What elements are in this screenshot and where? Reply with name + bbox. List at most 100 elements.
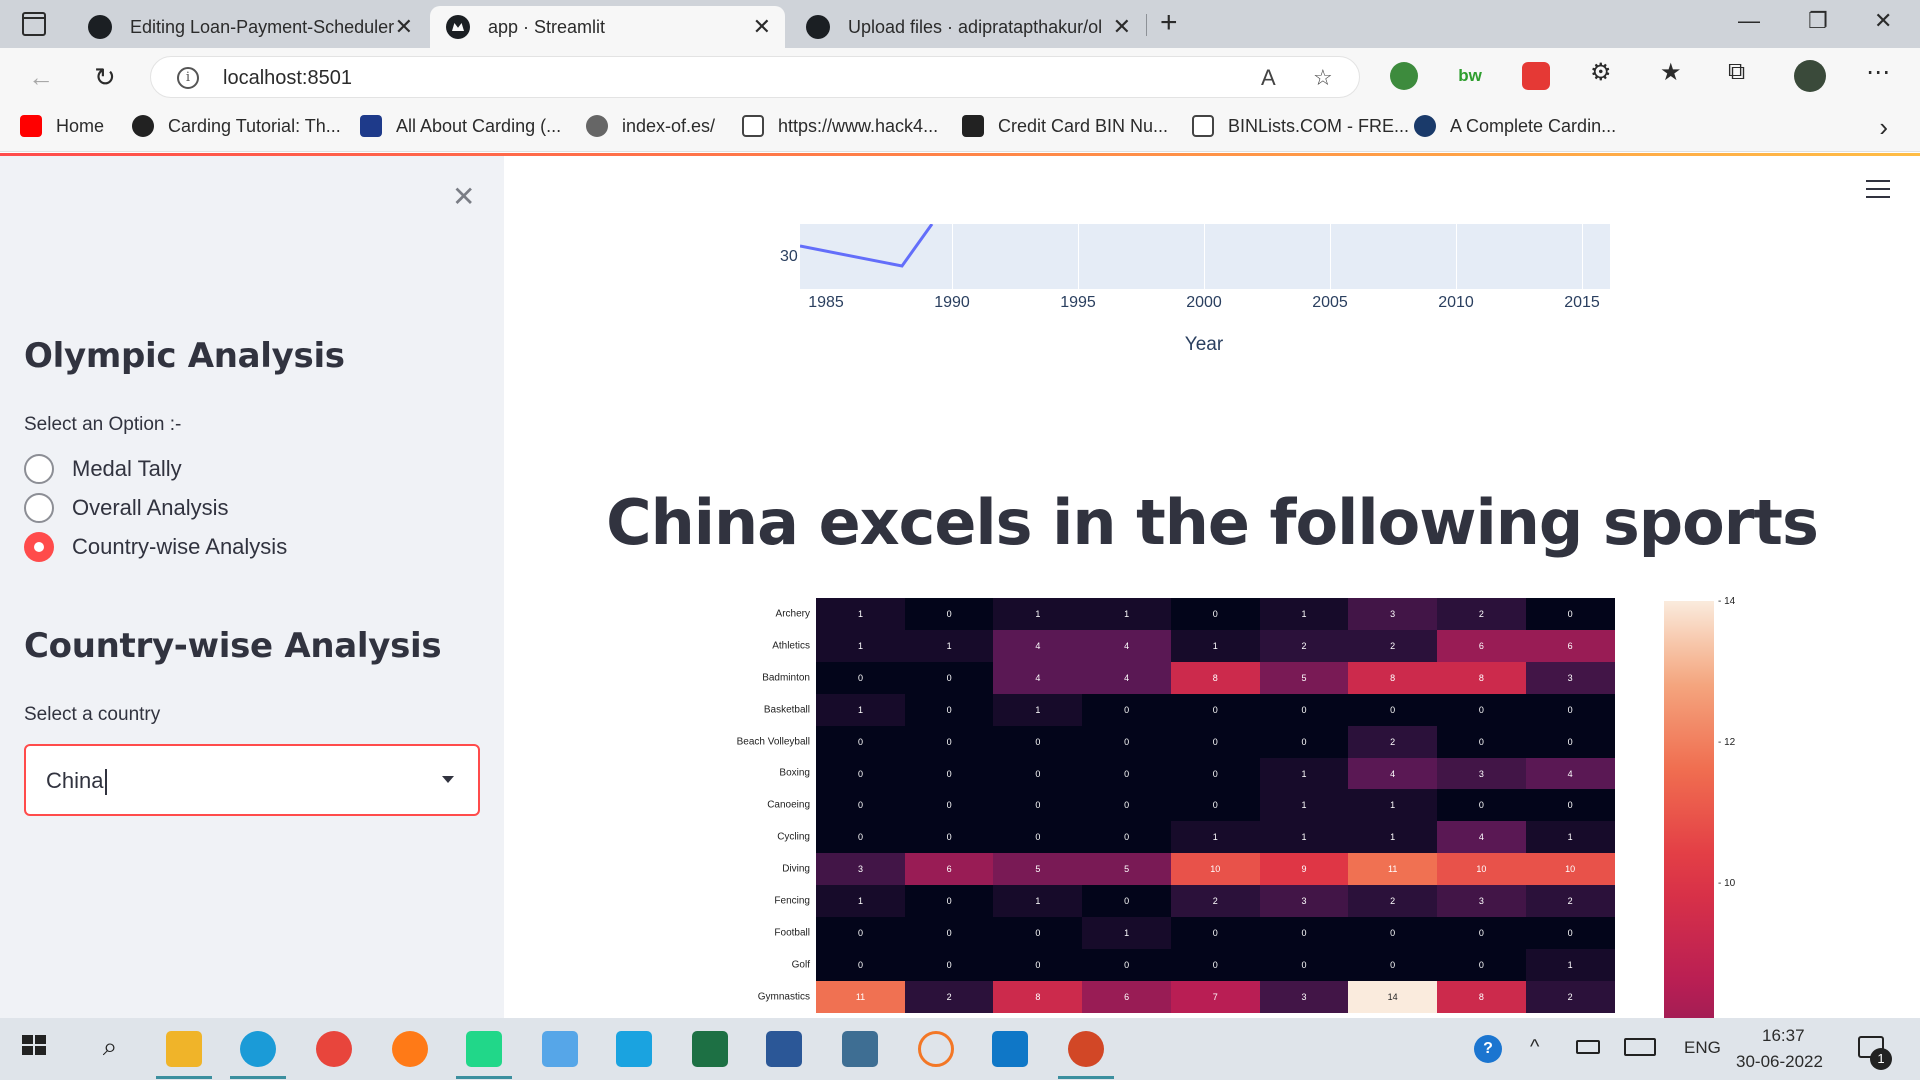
powerpoint-icon[interactable] [1068, 1031, 1104, 1067]
bookmark-label: Carding Tutorial: Th... [168, 115, 341, 136]
vscode-icon[interactable] [992, 1031, 1028, 1067]
tab-title: Upload files · adipratapthakur/ol [848, 16, 1103, 37]
radio-label: Overall Analysis [72, 495, 229, 520]
y-tick-label: 30 [780, 248, 798, 265]
radio-overall-analysis[interactable]: Overall Analysis [24, 493, 229, 523]
extension-record-icon[interactable] [1522, 62, 1550, 90]
heatmap-cell: 4 [1082, 629, 1172, 662]
tab-streamlit-app[interactable]: app · Streamlit ✕ [430, 6, 785, 48]
extension-globe-icon[interactable] [1390, 62, 1418, 90]
keyboard-icon[interactable] [1624, 1038, 1656, 1056]
windows-start-icon[interactable] [20, 1031, 56, 1067]
new-tab-icon[interactable]: + [1160, 6, 1178, 40]
bookmark-complete-carding[interactable]: A Complete Cardin... [1414, 115, 1616, 137]
url-text[interactable]: localhost:8501 [223, 67, 352, 90]
battery-icon[interactable] [1576, 1040, 1600, 1054]
help-icon[interactable]: ? [1474, 1035, 1502, 1063]
read-aloud-icon[interactable]: A [1261, 65, 1276, 91]
bookmark-credit-card-bin[interactable]: Credit Card BIN Nu... [962, 115, 1168, 137]
radio-button[interactable] [24, 454, 54, 484]
info-icon[interactable]: i [177, 67, 199, 89]
heatmap-cell: 0 [1259, 725, 1349, 758]
word-icon[interactable] [766, 1031, 802, 1067]
bookmark-hack4[interactable]: https://www.hack4... [742, 115, 938, 137]
menu-icon[interactable] [1866, 180, 1890, 198]
favorites-icon[interactable]: ★ [1660, 58, 1682, 87]
clock-time[interactable]: 16:37 [1762, 1026, 1805, 1046]
minimize-icon[interactable]: — [1738, 8, 1760, 34]
heatmap-cell: 6 [1525, 629, 1615, 662]
heatmap-cell: 1 [1348, 789, 1438, 822]
close-icon[interactable]: ✕ [753, 14, 771, 40]
heatmap-cell: 8 [1436, 980, 1526, 1013]
heatmap-cell: 0 [1170, 598, 1260, 630]
refresh-icon[interactable]: ↻ [94, 62, 116, 93]
virtualbox-icon[interactable] [616, 1031, 652, 1067]
heatmap-cell: 1 [1525, 821, 1615, 854]
excel-icon[interactable] [692, 1031, 728, 1067]
mysql-icon[interactable] [842, 1031, 878, 1067]
bin-icon [962, 115, 984, 137]
radio-button[interactable] [24, 493, 54, 523]
heatmap-cell: 1 [816, 885, 905, 918]
country-select[interactable]: China [24, 744, 480, 816]
bookmark-carding-tutorial[interactable]: Carding Tutorial: Th... [132, 115, 341, 137]
heatmap-cell: 0 [993, 917, 1083, 949]
bookmark-binlists[interactable]: BINLists.COM - FRE... [1192, 115, 1409, 137]
bookmark-index-of[interactable]: index-of.es/ [586, 115, 715, 137]
pycharm-icon[interactable] [466, 1031, 502, 1067]
radio-button-selected[interactable] [24, 532, 54, 562]
radio-medal-tally[interactable]: Medal Tally [24, 454, 182, 484]
search-icon[interactable]: ⌕ [92, 1031, 128, 1067]
heatmap-cell: 1 [993, 598, 1083, 630]
heatmap-row-label: Beach Volleyball [736, 736, 810, 748]
clock-date[interactable]: 30-06-2022 [1736, 1052, 1823, 1072]
heatmap-cell: 0 [1436, 693, 1526, 726]
chevron-up-icon[interactable]: ^ [1530, 1036, 1539, 1059]
language-indicator[interactable]: ENG [1684, 1038, 1721, 1058]
collections-icon[interactable]: ⧉ [1728, 58, 1745, 86]
add-favorite-icon[interactable]: ☆ [1313, 65, 1333, 91]
heatmap-cell: 6 [1082, 980, 1172, 1013]
bookmark-all-about-carding[interactable]: All About Carding (... [360, 115, 561, 137]
window-close-icon[interactable]: ✕ [1874, 8, 1892, 34]
heatmap-cell: 2 [1348, 725, 1438, 758]
heatmap-row-label: Diving [782, 863, 810, 875]
heatmap-cell: 2 [1170, 885, 1260, 918]
chevron-right-icon[interactable]: › [1879, 112, 1888, 143]
radio-country-wise-analysis[interactable]: Country-wise Analysis [24, 532, 287, 562]
tab-actions-icon[interactable] [22, 12, 46, 36]
active-indicator [1058, 1076, 1114, 1079]
jupyter-icon[interactable] [918, 1031, 954, 1067]
onedrive-icon[interactable] [542, 1031, 578, 1067]
heatmap-cell: 5 [993, 853, 1083, 886]
more-options-icon[interactable]: ⋯ [1866, 58, 1890, 87]
heatmap-cell: 4 [1348, 757, 1438, 790]
restore-icon[interactable]: ❐ [1808, 8, 1828, 34]
chevron-down-icon[interactable] [442, 776, 454, 783]
close-icon[interactable]: ✕ [395, 14, 413, 40]
heatmap-cell: 14 [1348, 980, 1438, 1013]
heatmap-cell: 6 [1436, 629, 1526, 662]
back-icon[interactable]: ← [28, 62, 54, 93]
heatmap-cell: 0 [904, 885, 994, 918]
section-title: Country-wise Analysis [24, 626, 442, 666]
edge-icon[interactable] [240, 1031, 276, 1067]
extensions-icon[interactable]: ⚙ [1590, 58, 1612, 87]
bookmark-home[interactable]: Home [20, 115, 104, 137]
file-explorer-icon[interactable] [166, 1031, 202, 1067]
heatmap-cell: 0 [1259, 693, 1349, 726]
firefox-icon[interactable] [392, 1031, 428, 1067]
url-field[interactable]: i localhost:8501 A ☆ [150, 56, 1360, 98]
heatmap-cell: 0 [1170, 725, 1260, 758]
tab-editing-loan[interactable]: Editing Loan-Payment-Scheduler ✕ [72, 6, 427, 48]
close-sidebar-icon[interactable]: ✕ [452, 180, 475, 213]
profile-avatar[interactable] [1794, 60, 1826, 92]
country-select-value[interactable]: China [46, 768, 107, 795]
heatmap-cell: 0 [1170, 948, 1260, 981]
tab-upload-files[interactable]: Upload files · adipratapthakur/ol ✕ [790, 6, 1145, 48]
close-icon[interactable]: ✕ [1113, 14, 1131, 40]
heatmap-cell: 1 [993, 885, 1083, 918]
chrome-icon[interactable] [316, 1031, 352, 1067]
extension-bw-icon[interactable]: bw [1456, 62, 1484, 90]
